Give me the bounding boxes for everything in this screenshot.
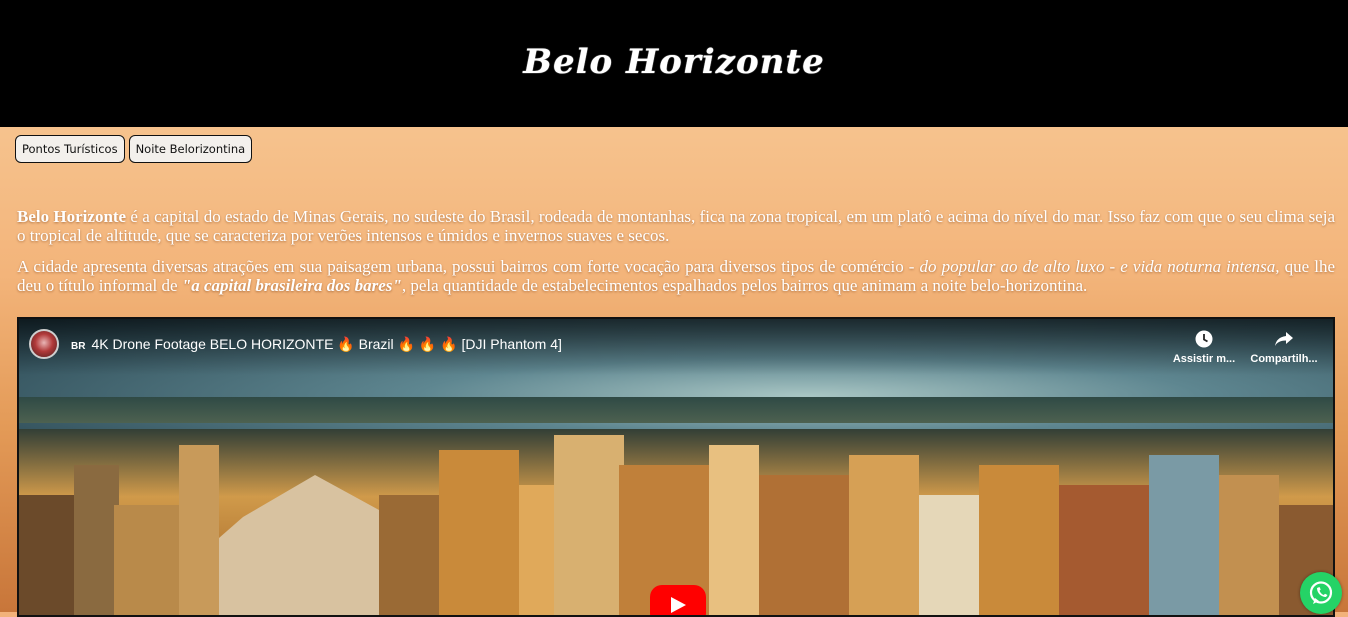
channel-avatar[interactable] (29, 329, 59, 359)
page-title: Belo Horizonte (523, 41, 825, 82)
video-title[interactable]: BR 4K Drone Footage BELO HORIZONTE 🔥 Braz… (71, 336, 562, 353)
play-icon[interactable] (650, 585, 706, 615)
share-icon (1275, 332, 1293, 346)
watch-later-label: Assistir m... (1172, 353, 1236, 365)
intro-p2-text: A cidade apresenta diversas atrações em … (17, 257, 904, 276)
nav-button-noite-belorizontina[interactable]: Noite Belorizontina (128, 135, 253, 163)
intro-p2-italic: - do popular ao de alto luxo - e vida no… (903, 257, 1280, 276)
whatsapp-icon (1309, 581, 1333, 604)
intro-paragraph-2: A cidade apresenta diversas atrações em … (17, 257, 1335, 295)
site-header: Belo Horizonte (0, 0, 1348, 127)
youtube-embed[interactable]: BR 4K Drone Footage BELO HORIZONTE 🔥 Braz… (17, 317, 1335, 617)
intro-p2-quote: "a capital brasileira dos bares" (181, 276, 402, 295)
intro-paragraph-1: Belo Horizonte é a capital do estado de … (17, 207, 1335, 245)
intro-p2-end: , pela quantidade de estabelecimentos es… (401, 276, 1088, 295)
flag-label: BR (71, 341, 86, 352)
city-name: Belo Horizonte (17, 207, 127, 226)
nav-bar: Pontos Turísticos Noite Belorizontina (15, 135, 253, 163)
clock-icon (1195, 330, 1213, 348)
whatsapp-button[interactable] (1300, 572, 1342, 614)
nav-button-pontos-turisticos[interactable]: Pontos Turísticos (15, 135, 125, 163)
share-button[interactable]: Compartilh... (1249, 329, 1319, 365)
intro-text: Belo Horizonte é a capital do estado de … (17, 207, 1335, 307)
video-title-text: 4K Drone Footage BELO HORIZONTE 🔥 Brazil… (91, 336, 562, 352)
watch-later-button[interactable]: Assistir m... (1169, 329, 1239, 365)
share-label: Compartilh... (1250, 353, 1318, 365)
intro-p1-text: é a capital do estado de Minas Gerais, n… (17, 207, 1335, 245)
